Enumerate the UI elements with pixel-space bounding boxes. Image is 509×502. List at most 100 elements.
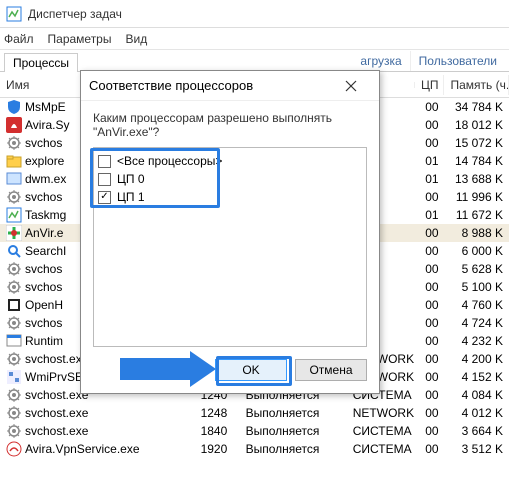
process-name: svchost.exe: [25, 406, 88, 420]
process-mem: 15 072 K: [445, 136, 509, 150]
gear-icon: [6, 279, 22, 295]
check-all-label: <Все процессоры>: [117, 154, 222, 168]
gear-icon: [6, 189, 22, 205]
dialog-title: Соответствие процессоров: [89, 78, 331, 93]
process-name: svchost.exe: [25, 424, 88, 438]
process-cpu: 00: [415, 226, 444, 240]
taskmgr-icon: [6, 6, 22, 22]
gear-icon: [6, 135, 22, 151]
process-name: svchos: [25, 316, 62, 330]
process-mem: 4 760 K: [445, 298, 509, 312]
process-name: svchos: [25, 190, 62, 204]
process-mem: 4 084 K: [445, 388, 509, 402]
process-mem: 5 628 K: [445, 262, 509, 276]
process-mem: 3 512 K: [445, 442, 509, 456]
process-mem: 6 000 K: [445, 244, 509, 258]
table-row[interactable]: svchost.exe1248ВыполняетсяNETWORK…004 01…: [0, 404, 509, 422]
window-title: Диспетчер задач: [28, 7, 122, 21]
process-user: NETWORK…: [347, 406, 415, 420]
menubar: Файл Параметры Вид: [0, 28, 509, 50]
ok-button[interactable]: OK: [215, 359, 287, 381]
gear-icon: [6, 387, 22, 403]
process-pid: 1920: [195, 442, 240, 456]
process-name: dwm.ex: [25, 172, 66, 186]
process-cpu: 00: [415, 298, 444, 312]
process-name: Avira.VpnService.exe: [25, 442, 140, 456]
process-mem: 14 784 K: [445, 154, 509, 168]
checkbox-checked-icon: ✓: [98, 191, 111, 204]
process-name: OpenH: [25, 298, 63, 312]
process-status: Выполняется: [240, 442, 347, 456]
process-mem: 13 688 K: [445, 172, 509, 186]
wmi-icon: [6, 369, 22, 385]
process-mem: 4 152 K: [445, 370, 509, 384]
shield-blue-icon: [6, 99, 22, 115]
process-name: explore: [25, 154, 64, 168]
anvir-icon: [6, 225, 22, 241]
annotation-arrow: [120, 358, 190, 380]
process-cpu: 00: [415, 262, 444, 276]
process-user: СИСТЕМА: [347, 424, 415, 438]
process-cpu: 00: [415, 334, 444, 348]
col-users[interactable]: Пользователи: [411, 51, 505, 71]
process-cpu: 01: [415, 208, 444, 222]
table-row[interactable]: svchost.exe1840ВыполняетсяСИСТЕМА003 664…: [0, 422, 509, 440]
table-row[interactable]: Avira.VpnService.exe 1920ВыполняетсяСИСТЕ…: [0, 440, 509, 458]
process-cpu: 00: [415, 388, 444, 402]
process-mem: 11 996 K: [445, 190, 509, 204]
tab-strip: Процессы агрузка Пользователи: [0, 50, 509, 72]
process-cpu: 00: [415, 190, 444, 204]
check-cpu0-label: ЦП 0: [117, 172, 145, 186]
process-name: Taskmg: [25, 208, 66, 222]
process-cpu: 01: [415, 172, 444, 186]
process-mem: 4 012 K: [445, 406, 509, 420]
process-mem: 4 724 K: [445, 316, 509, 330]
process-name: Runtim: [25, 334, 63, 348]
avira-icon: [6, 117, 22, 133]
process-name: svchost.exe: [25, 388, 88, 402]
process-name: svchost.exe: [25, 352, 88, 366]
process-name: Avira.Sy: [25, 118, 69, 132]
process-cpu: 01: [415, 154, 444, 168]
process-cpu: 00: [415, 244, 444, 258]
avira-vpn-icon: [6, 441, 22, 457]
close-icon: [345, 80, 357, 92]
process-cpu: 00: [415, 118, 444, 132]
process-name: svchos: [25, 280, 62, 294]
menu-params[interactable]: Параметры: [48, 32, 112, 46]
cpu-listbox[interactable]: <Все процессоры> ЦП 0 ✓ ЦП 1: [93, 147, 367, 347]
process-mem: 34 784 K: [445, 100, 509, 114]
col-mem[interactable]: Память (ч...: [444, 75, 509, 95]
process-cpu: 00: [415, 316, 444, 330]
tab-processes[interactable]: Процессы: [4, 53, 78, 72]
process-cpu: 00: [415, 442, 444, 456]
gear-icon: [6, 423, 22, 439]
process-cpu: 00: [415, 100, 444, 114]
process-pid: 1840: [195, 424, 240, 438]
check-cpu-0[interactable]: ЦП 0: [98, 170, 362, 188]
affinity-dialog: Соответствие процессоров Каким процессор…: [80, 70, 380, 394]
col-cpu[interactable]: ЦП: [415, 75, 445, 95]
process-cpu: 00: [415, 136, 444, 150]
process-mem: 11 672 K: [445, 208, 509, 222]
menu-file[interactable]: Файл: [4, 32, 34, 46]
process-cpu: 00: [415, 406, 444, 420]
cancel-button[interactable]: Отмена: [295, 359, 367, 381]
process-mem: 4 232 K: [445, 334, 509, 348]
dwm-icon: [6, 171, 22, 187]
col-loading-partial[interactable]: агрузка: [352, 51, 410, 71]
check-cpu-1[interactable]: ✓ ЦП 1: [98, 188, 362, 206]
runtime-icon: [6, 333, 22, 349]
process-status: Выполняется: [240, 406, 347, 420]
menu-view[interactable]: Вид: [125, 32, 147, 46]
process-cpu: 00: [415, 424, 444, 438]
checkbox-icon: [98, 155, 111, 168]
check-all-cpus[interactable]: <Все процессоры>: [98, 152, 362, 170]
process-user: СИСТЕМА: [347, 442, 415, 456]
process-name: AnVir.e: [25, 226, 63, 240]
dialog-close-button[interactable]: [331, 72, 371, 100]
search-icon: [6, 243, 22, 259]
check-cpu1-label: ЦП 1: [117, 190, 145, 204]
process-name: MsMpE: [25, 100, 66, 114]
process-name: SearchI: [25, 244, 66, 258]
